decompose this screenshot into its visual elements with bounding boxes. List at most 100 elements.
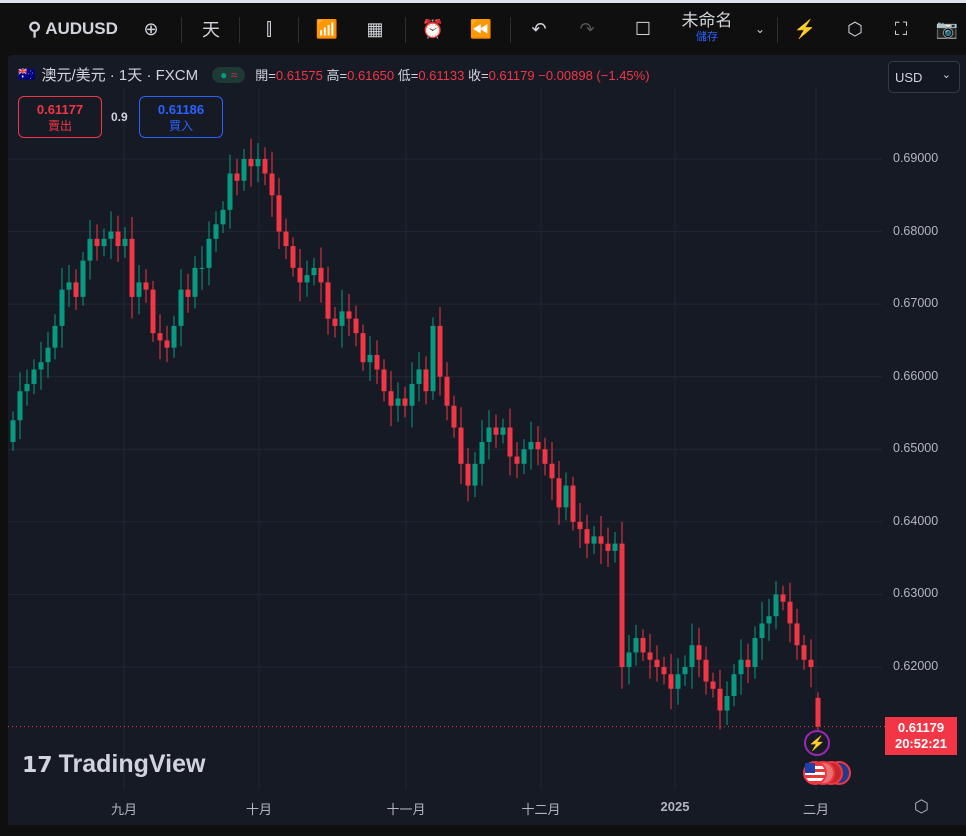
time-tick: 十月	[245, 802, 273, 817]
price-tick: 0.69000	[893, 151, 939, 165]
candle-body	[507, 427, 513, 457]
candle-body	[213, 224, 219, 239]
candle-body	[563, 485, 569, 508]
close-label: 收=	[467, 68, 489, 83]
candle-body	[437, 325, 443, 377]
candle-body	[598, 536, 604, 544]
candle-body	[87, 238, 93, 261]
candle-body	[766, 616, 772, 624]
candle-body	[773, 594, 779, 617]
candle-body	[591, 536, 597, 544]
candle-body	[129, 238, 135, 297]
candle-body	[164, 340, 170, 348]
candle-body	[703, 659, 709, 682]
candle-body	[724, 696, 730, 711]
candle-body	[654, 659, 660, 667]
candle-body	[808, 659, 814, 667]
price-tick: 0.67000	[893, 296, 939, 311]
candle-body	[668, 674, 674, 689]
candle-body	[367, 354, 373, 363]
candle-body	[787, 601, 793, 624]
candle-body	[759, 623, 765, 638]
candle-body	[472, 463, 478, 486]
candle-body	[122, 238, 128, 247]
candle-body	[31, 369, 37, 384]
candle-body	[801, 645, 807, 660]
candle-body	[318, 267, 324, 283]
candle-body	[353, 318, 359, 334]
candle-body	[248, 159, 254, 167]
candle-body	[388, 391, 394, 406]
candle-body	[185, 289, 191, 297]
candle-body	[731, 674, 737, 697]
candle-body	[206, 238, 212, 268]
candle-body	[423, 369, 429, 392]
candle-body	[241, 159, 247, 181]
candle-body	[521, 449, 527, 464]
buy-button[interactable]: 0.61186 買入	[139, 96, 223, 138]
candle-body	[549, 463, 555, 479]
candle-body	[10, 420, 16, 443]
time-tick: 十二月	[521, 802, 561, 817]
lightning-event-icon[interactable]: ⚡	[804, 730, 830, 756]
candle-body	[325, 282, 331, 319]
price-tick: 0.63000	[893, 586, 939, 601]
open-label: 開=	[255, 68, 276, 83]
candle-body	[780, 594, 786, 602]
buy-price: 0.61186	[157, 102, 205, 117]
candle-body	[556, 478, 562, 508]
candle-body	[262, 159, 268, 174]
candle-body	[283, 231, 289, 247]
last-price: 0.61179	[897, 720, 945, 735]
change-value: −0.00898 (−1.45%)	[538, 68, 650, 83]
candle-body	[612, 543, 618, 551]
candle-body	[52, 325, 58, 348]
status-pill[interactable]: ● ≈	[212, 66, 246, 83]
tradingview-logo[interactable]: 𝟭𝟳 TradingView	[22, 750, 205, 779]
candle-body	[479, 442, 485, 464]
candle-body	[94, 238, 100, 247]
candle-body	[395, 398, 401, 406]
candle-body	[633, 637, 639, 653]
candle-body	[710, 681, 716, 689]
sell-button[interactable]: 0.61177 賣出	[18, 96, 102, 138]
candle-body	[220, 209, 226, 225]
candle-body	[332, 318, 338, 326]
candle-body	[465, 463, 471, 486]
price-tick: 0.64000	[893, 513, 939, 528]
candle-body	[80, 260, 86, 297]
candle-body	[402, 398, 408, 406]
candle-body	[227, 173, 233, 210]
candle-body	[38, 362, 44, 370]
candle-body	[339, 311, 345, 326]
candle-body	[626, 652, 632, 667]
candle-body	[115, 231, 121, 247]
spread-value: 0.9	[111, 110, 128, 124]
currency-select[interactable]: USD ⌄	[888, 61, 960, 93]
candle-body	[101, 238, 107, 247]
candle-body	[647, 652, 653, 660]
candle-body	[45, 347, 51, 363]
economic-events-icon[interactable]	[803, 761, 857, 785]
time-tick: 十一月	[386, 802, 426, 817]
tv-logo-icon: 𝟭𝟳	[22, 751, 53, 777]
candle-body	[416, 369, 422, 384]
candle-body	[577, 521, 583, 530]
candle-body	[192, 267, 198, 297]
candle-body	[451, 405, 457, 428]
candle-body	[17, 391, 23, 421]
candle-body	[143, 282, 149, 290]
candle-body	[178, 289, 184, 326]
scale-settings-icon[interactable]: ⬡	[914, 797, 929, 817]
time-tick: 九月	[110, 802, 138, 817]
candle-body	[493, 427, 499, 435]
chevron-down-icon: ⌄	[941, 69, 951, 81]
candle-body	[24, 383, 30, 392]
candle-body	[682, 666, 688, 675]
candle-body	[108, 231, 114, 239]
candle-body	[570, 485, 576, 522]
candle-body	[640, 637, 646, 653]
low-value: 0.61133	[418, 68, 465, 83]
candle-body	[234, 173, 240, 181]
candle-body	[535, 442, 541, 450]
